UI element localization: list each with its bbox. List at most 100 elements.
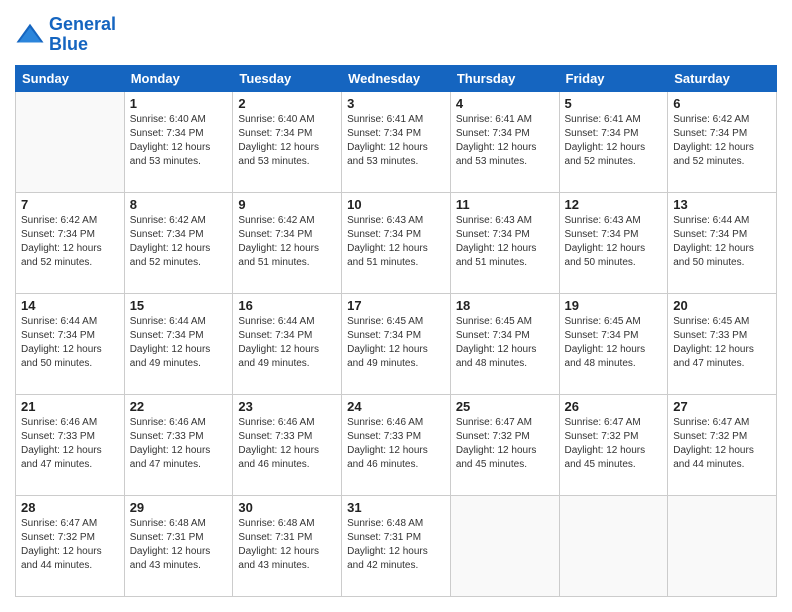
calendar-cell: 25Sunrise: 6:47 AMSunset: 7:32 PMDayligh… [450,394,559,495]
calendar-week-row: 28 Sunrise: 6:47 AMSunset: 7:32 PMDayligh… [16,495,777,596]
calendar-cell: 5 Sunrise: 6:41 AMSunset: 7:34 PMDaylight… [559,91,668,192]
calendar-cell: 28 Sunrise: 6:47 AMSunset: 7:32 PMDayligh… [16,495,125,596]
day-info: Sunrise: 6:47 AMSunset: 7:32 PMDaylight:… [565,416,663,472]
calendar-cell: 16 Sunrise: 6:44 AMSunset: 7:34 PMDayligh… [233,293,342,394]
day-number: 13 [673,197,771,212]
day-info: Sunrise: 6:41 AMSunset: 7:34 PMDaylight:… [565,113,663,169]
day-info: Sunrise: 6:46 AMSunset: 7:33 PMDaylight:… [130,416,228,472]
calendar-cell: 8 Sunrise: 6:42 AMSunset: 7:34 PMDaylight… [124,192,233,293]
day-number: 8 [130,197,228,212]
calendar-cell: 27 Sunrise: 6:47 AMSunset: 7:32 PMDayligh… [668,394,777,495]
logo: General Blue [15,15,116,55]
calendar-cell: 31 Sunrise: 6:48 AMSunset: 7:31 PMDayligh… [342,495,451,596]
day-number: 3 [347,96,445,111]
calendar-cell: 26 Sunrise: 6:47 AMSunset: 7:32 PMDayligh… [559,394,668,495]
day-info: Sunrise: 6:45 AMSunset: 7:34 PMDaylight:… [565,315,663,371]
weekday-header-wednesday: Wednesday [342,65,451,91]
calendar-week-row: 21 Sunrise: 6:46 AMSunset: 7:33 PMDayligh… [16,394,777,495]
day-info: Sunrise: 6:46 AMSunset: 7:33 PMDaylight:… [238,416,336,472]
calendar-week-row: 1 Sunrise: 6:40 AMSunset: 7:34 PMDaylight… [16,91,777,192]
day-info: Sunrise: 6:44 AMSunset: 7:34 PMDaylight:… [673,214,771,270]
calendar-cell: 21Sunrise: 6:46 AMSunset: 7:33 PMDayligh… [16,394,125,495]
calendar-cell: 10Sunrise: 6:43 AMSunset: 7:34 PMDayligh… [342,192,451,293]
day-info: Sunrise: 6:43 AMSunset: 7:34 PMDaylight:… [347,214,445,270]
day-number: 1 [130,96,228,111]
calendar-cell: 17 Sunrise: 6:45 AMSunset: 7:34 PMDayligh… [342,293,451,394]
day-info: Sunrise: 6:41 AMSunset: 7:34 PMDaylight:… [456,113,554,169]
calendar-cell: 9 Sunrise: 6:42 AMSunset: 7:34 PMDaylight… [233,192,342,293]
weekday-header-friday: Friday [559,65,668,91]
calendar-cell: 22 Sunrise: 6:46 AMSunset: 7:33 PMDayligh… [124,394,233,495]
calendar-cell: 30 Sunrise: 6:48 AMSunset: 7:31 PMDayligh… [233,495,342,596]
calendar-cell [668,495,777,596]
calendar-cell: 14 Sunrise: 6:44 AMSunset: 7:34 PMDayligh… [16,293,125,394]
calendar-cell: 24 Sunrise: 6:46 AMSunset: 7:33 PMDayligh… [342,394,451,495]
day-number: 6 [673,96,771,111]
header: General Blue [15,15,777,55]
day-info: Sunrise: 6:43 AMSunset: 7:34 PMDaylight:… [565,214,663,270]
day-info: Sunrise: 6:42 AMSunset: 7:34 PMDaylight:… [21,214,119,270]
page: General Blue SundayMondayTuesdayWednesda… [0,0,792,612]
calendar-cell: 13 Sunrise: 6:44 AMSunset: 7:34 PMDayligh… [668,192,777,293]
day-info: Sunrise: 6:46 AMSunset: 7:33 PMDaylight:… [347,416,445,472]
day-number: 2 [238,96,336,111]
calendar-cell: 6 Sunrise: 6:42 AMSunset: 7:34 PMDaylight… [668,91,777,192]
day-number: 5 [565,96,663,111]
day-number: 15 [130,298,228,313]
day-info: Sunrise: 6:42 AMSunset: 7:34 PMDaylight:… [673,113,771,169]
day-number: 22 [130,399,228,414]
weekday-header-sunday: Sunday [16,65,125,91]
day-info: Sunrise: 6:47 AMSunset: 7:32 PMDaylight:… [456,416,554,472]
calendar-cell: 3 Sunrise: 6:41 AMSunset: 7:34 PMDaylight… [342,91,451,192]
calendar-cell [16,91,125,192]
day-info: Sunrise: 6:47 AMSunset: 7:32 PMDaylight:… [21,517,119,573]
day-info: Sunrise: 6:48 AMSunset: 7:31 PMDaylight:… [238,517,336,573]
day-number: 9 [238,197,336,212]
day-info: Sunrise: 6:44 AMSunset: 7:34 PMDaylight:… [21,315,119,371]
day-info: Sunrise: 6:47 AMSunset: 7:32 PMDaylight:… [673,416,771,472]
day-number: 31 [347,500,445,515]
day-info: Sunrise: 6:40 AMSunset: 7:34 PMDaylight:… [238,113,336,169]
day-info: Sunrise: 6:42 AMSunset: 7:34 PMDaylight:… [238,214,336,270]
day-number: 4 [456,96,554,111]
day-number: 16 [238,298,336,313]
day-number: 30 [238,500,336,515]
day-info: Sunrise: 6:44 AMSunset: 7:34 PMDaylight:… [238,315,336,371]
calendar-cell: 23 Sunrise: 6:46 AMSunset: 7:33 PMDayligh… [233,394,342,495]
calendar-cell: 11Sunrise: 6:43 AMSunset: 7:34 PMDayligh… [450,192,559,293]
calendar-cell: 20 Sunrise: 6:45 AMSunset: 7:33 PMDayligh… [668,293,777,394]
calendar-week-row: 7 Sunrise: 6:42 AMSunset: 7:34 PMDaylight… [16,192,777,293]
day-number: 14 [21,298,119,313]
calendar-cell: 1 Sunrise: 6:40 AMSunset: 7:34 PMDaylight… [124,91,233,192]
day-info: Sunrise: 6:48 AMSunset: 7:31 PMDaylight:… [130,517,228,573]
calendar-cell [450,495,559,596]
day-info: Sunrise: 6:48 AMSunset: 7:31 PMDaylight:… [347,517,445,573]
calendar-header-row: SundayMondayTuesdayWednesdayThursdayFrid… [16,65,777,91]
calendar-cell: 4 Sunrise: 6:41 AMSunset: 7:34 PMDaylight… [450,91,559,192]
weekday-header-saturday: Saturday [668,65,777,91]
day-number: 7 [21,197,119,212]
day-number: 17 [347,298,445,313]
day-number: 29 [130,500,228,515]
calendar-cell: 19 Sunrise: 6:45 AMSunset: 7:34 PMDayligh… [559,293,668,394]
day-number: 23 [238,399,336,414]
day-info: Sunrise: 6:41 AMSunset: 7:34 PMDaylight:… [347,113,445,169]
calendar-cell: 15Sunrise: 6:44 AMSunset: 7:34 PMDayligh… [124,293,233,394]
calendar-cell: 29 Sunrise: 6:48 AMSunset: 7:31 PMDayligh… [124,495,233,596]
day-number: 24 [347,399,445,414]
logo-text: General Blue [49,15,116,55]
weekday-header-tuesday: Tuesday [233,65,342,91]
day-number: 19 [565,298,663,313]
day-number: 27 [673,399,771,414]
day-number: 21 [21,399,119,414]
day-info: Sunrise: 6:45 AMSunset: 7:34 PMDaylight:… [347,315,445,371]
day-info: Sunrise: 6:45 AMSunset: 7:34 PMDaylight:… [456,315,554,371]
day-number: 26 [565,399,663,414]
day-info: Sunrise: 6:42 AMSunset: 7:34 PMDaylight:… [130,214,228,270]
day-info: Sunrise: 6:45 AMSunset: 7:33 PMDaylight:… [673,315,771,371]
day-number: 20 [673,298,771,313]
calendar-cell: 7 Sunrise: 6:42 AMSunset: 7:34 PMDaylight… [16,192,125,293]
day-info: Sunrise: 6:40 AMSunset: 7:34 PMDaylight:… [130,113,228,169]
day-info: Sunrise: 6:43 AMSunset: 7:34 PMDaylight:… [456,214,554,270]
day-number: 28 [21,500,119,515]
